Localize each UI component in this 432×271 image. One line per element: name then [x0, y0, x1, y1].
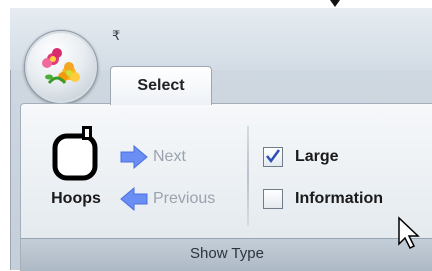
- next-label: Next: [153, 148, 186, 165]
- previous-button[interactable]: Previous: [119, 186, 215, 212]
- group-label-show-type: Show Type: [21, 238, 432, 271]
- arrow-right-icon: [120, 145, 148, 169]
- application-button[interactable]: [24, 30, 98, 104]
- checkbox-checked-icon[interactable]: [263, 147, 283, 167]
- hoops-label: Hoops: [51, 190, 101, 207]
- checkmark-icon: [266, 149, 281, 164]
- group-separator: [247, 126, 249, 226]
- ribbon-panel: Hoops Next Previous Large Information Sh…: [20, 103, 432, 271]
- information-label: Information: [295, 190, 383, 207]
- hoops-button[interactable]: Hoops: [37, 124, 115, 224]
- arrow-left-icon: [120, 187, 148, 211]
- large-checkbox[interactable]: Large: [263, 144, 339, 170]
- flowers-logo-icon: [42, 48, 80, 84]
- hoop-icon: [52, 126, 98, 181]
- information-checkbox[interactable]: Information: [263, 186, 383, 212]
- next-button[interactable]: Next: [119, 144, 186, 170]
- window-edge-mark: [330, 0, 340, 7]
- mouse-pointer-icon: [398, 216, 420, 250]
- checkbox-unchecked-icon[interactable]: [263, 189, 283, 209]
- quick-access-toolbar-glyph[interactable]: ₹: [112, 28, 120, 44]
- tab-select[interactable]: Select: [110, 66, 212, 105]
- previous-label: Previous: [153, 190, 216, 207]
- large-label: Large: [295, 148, 339, 165]
